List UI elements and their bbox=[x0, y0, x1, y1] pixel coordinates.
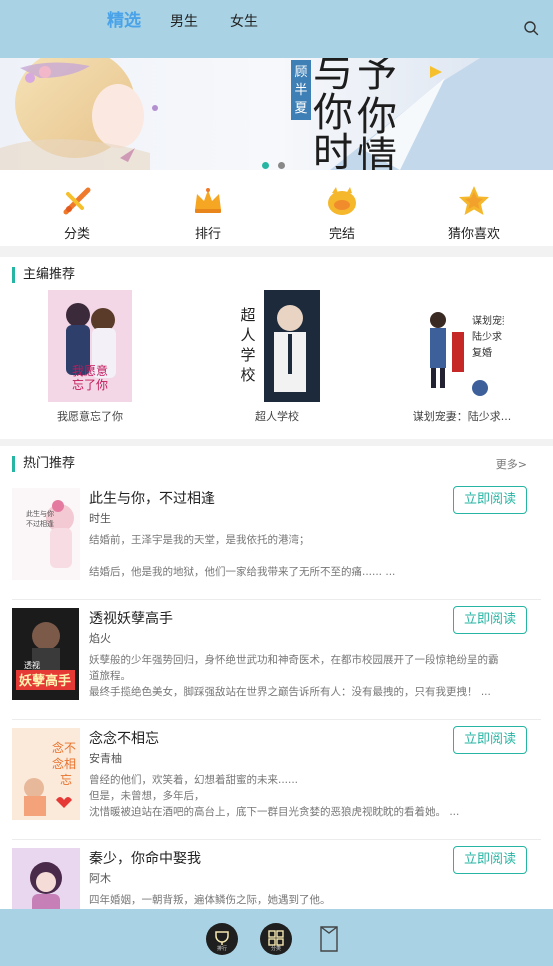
nav-bookshelf[interactable] bbox=[318, 925, 340, 953]
desc-line bbox=[89, 548, 529, 564]
more-link[interactable]: 更多> bbox=[496, 456, 527, 472]
category-label: 猜你喜欢 bbox=[447, 227, 500, 242]
desc-line: 最终手揽绝色美女，脚踩强敌站在世界之巅告诉所有人：没有最拽的，只有我更拽！ ..… bbox=[89, 686, 491, 698]
read-now-button[interactable]: 立即阅读 bbox=[453, 486, 527, 514]
tab-female[interactable]: 女生 bbox=[230, 11, 258, 31]
desc-line: 结婚后，他是我的地狱，他们一家给我带来了无所不至的痛...... ... bbox=[89, 566, 396, 578]
read-now-button[interactable]: 立即阅读 bbox=[453, 726, 527, 754]
banner-title-char-2: 予 bbox=[357, 58, 397, 96]
category-bar: 分类 排行 完结 猜你喜欢 bbox=[0, 170, 553, 246]
desc-line: 曾经的他们，欢笑着，幻想着甜蜜的未来...... bbox=[89, 774, 299, 786]
section-title: 热门推荐 bbox=[12, 456, 75, 472]
banner-author-1: 顾 bbox=[294, 65, 307, 80]
cover-title-2: 忘了你 bbox=[72, 377, 108, 392]
desc-line: 妖孽般的少年强势回归，身怀绝世武功和神奇医术，在都市校园展开了一段惊艳纷呈的霸 bbox=[89, 654, 499, 666]
list-item[interactable]: 妖孽高手 透视 透视妖孽高手 焰火 妖孽般的少年强势回归，身怀绝世武功和神奇医术… bbox=[0, 598, 553, 718]
book-name: 我愿意忘了你 bbox=[57, 410, 123, 423]
cover-char: 人 bbox=[240, 326, 255, 344]
book-cover[interactable]: 妖孽高手 透视 bbox=[12, 608, 79, 700]
book-cover[interactable]: 超 人 学 校 bbox=[234, 290, 320, 402]
sword-icon bbox=[63, 187, 91, 215]
nav-label: 排行 bbox=[216, 946, 227, 952]
book-name: 超人学校 bbox=[255, 410, 299, 423]
book-cover[interactable]: 谋划宠妻 陆少求 复婚 bbox=[420, 290, 504, 402]
top-bar: 精选 男生 女生 bbox=[0, 0, 553, 58]
book-description: 结婚前，王泽宇是我的天堂，是我依托的港湾； 结婚后，他是我的地狱，他们一家给我带… bbox=[89, 532, 529, 580]
pager-dot-active[interactable] bbox=[262, 162, 269, 169]
cover-char: 复婚 bbox=[472, 346, 492, 359]
crown-icon bbox=[195, 188, 221, 213]
read-now-button[interactable]: 立即阅读 bbox=[453, 846, 527, 874]
book-description: 曾经的他们，欢笑着，幻想着甜蜜的未来...... 但是，未曾想，多年后， 沈惜暖… bbox=[89, 772, 529, 820]
category-ranking[interactable]: 排行 bbox=[168, 184, 248, 242]
cover-char: 妖孽高手 bbox=[19, 673, 71, 689]
cover-char: 透视 bbox=[24, 660, 40, 670]
list-item[interactable]: 秦少，你命中娶我 阿木 四年婚姻，一朝背叛，遍体鳞伤之际，她遇到了他。 立即阅读 bbox=[0, 838, 553, 909]
finished-badge-icon bbox=[328, 187, 356, 215]
book-cover[interactable] bbox=[12, 848, 80, 909]
banner-author-2: 半 bbox=[294, 83, 307, 98]
cover-char: 超 bbox=[240, 306, 255, 324]
book-title[interactable]: 念念不相忘 bbox=[89, 728, 159, 748]
category-label: 排行 bbox=[194, 227, 221, 242]
desc-line: 结婚前，王泽宇是我的天堂，是我依托的港湾； bbox=[89, 534, 310, 546]
editor-book[interactable]: 我愿意 忘了你 我愿意忘了你 bbox=[30, 290, 150, 424]
tab-male[interactable]: 男生 bbox=[170, 11, 198, 31]
cover-char: 校 bbox=[240, 366, 255, 384]
search-icon[interactable] bbox=[523, 20, 539, 36]
book-cover[interactable]: 我愿意 忘了你 bbox=[48, 290, 132, 402]
cover-char: 不过相逢 bbox=[26, 519, 54, 528]
category-guess-you-like[interactable]: 猜你喜欢 bbox=[434, 184, 514, 242]
book-author: 阿木 bbox=[89, 872, 111, 885]
book-author: 时生 bbox=[89, 512, 111, 525]
tab-featured[interactable]: 精选 bbox=[107, 6, 141, 31]
cover-title-1: 我愿意 bbox=[72, 363, 108, 378]
book-name: 谋划宠妻：陆少求... bbox=[412, 410, 512, 423]
cover-char: 学 bbox=[240, 346, 255, 364]
desc-line: 四年婚姻，一朝背叛，遍体鳞伤之际，她遇到了他。 bbox=[89, 894, 331, 906]
star-icon bbox=[459, 186, 489, 215]
list-item[interactable]: 念不 念相 忘 念念不相忘 安青柚 曾经的他们，欢笑着，幻想着甜蜜的未来....… bbox=[0, 718, 553, 838]
book-cover[interactable]: 念不 念相 忘 bbox=[12, 728, 80, 820]
cover-char: 陆少求 bbox=[472, 330, 502, 343]
read-now-button[interactable]: 立即阅读 bbox=[453, 606, 527, 634]
cover-char: 此生与你 bbox=[26, 509, 54, 518]
book-description: 妖孽般的少年强势回归，身怀绝世武功和神奇医术，在都市校园展开了一段惊艳纷呈的霸 … bbox=[89, 652, 529, 700]
editor-book[interactable]: 谋划宠妻 陆少求 复婚 谋划宠妻：陆少求... bbox=[402, 290, 522, 424]
book-author: 安青柚 bbox=[89, 752, 122, 765]
cover-char: 念相 bbox=[52, 756, 76, 771]
hot-recommend-section: 热门推荐 更多> 此生与你 不过相逢 此生与你，不过相逢 时生 结婚前，王泽宇是… bbox=[0, 446, 553, 909]
category-finished[interactable]: 完结 bbox=[302, 184, 382, 242]
cover-char: 谋划宠妻 bbox=[472, 314, 504, 327]
list-item[interactable]: 此生与你 不过相逢 此生与你，不过相逢 时生 结婚前，王泽宇是我的天堂，是我依托… bbox=[0, 478, 553, 598]
book-title[interactable]: 透视妖孽高手 bbox=[89, 608, 173, 628]
desc-line: 但是，未曾想，多年后， bbox=[89, 790, 205, 802]
cover-char: 念不 bbox=[52, 740, 76, 755]
bottom-nav: 排行 分类 bbox=[0, 909, 553, 966]
banner-title-char-5: 时 bbox=[313, 130, 353, 170]
desc-line: 沈惜暖被迫站在酒吧的高台上，底下一群目光贪婪的恶狼虎视眈眈的看着她。 ... bbox=[89, 806, 460, 818]
banner-author-3: 夏 bbox=[294, 101, 307, 116]
nav-ranking[interactable]: 排行 bbox=[206, 923, 238, 955]
bookshelf-icon bbox=[320, 926, 338, 952]
book-title[interactable]: 秦少，你命中娶我 bbox=[89, 848, 201, 868]
category-classify[interactable]: 分类 bbox=[37, 184, 117, 242]
banner-title-char-6: 情 bbox=[357, 134, 397, 170]
editor-book[interactable]: 超 人 学 校 超人学校 bbox=[217, 290, 337, 424]
nav-label: 分类 bbox=[270, 946, 281, 952]
book-author: 焰火 bbox=[89, 632, 111, 645]
book-cover[interactable]: 此生与你 不过相逢 bbox=[12, 488, 80, 580]
section-title: 主编推荐 bbox=[12, 267, 75, 283]
category-label: 完结 bbox=[328, 227, 355, 242]
nav-category[interactable]: 分类 bbox=[260, 923, 292, 955]
editor-recommend-section: 主编推荐 我愿意 忘了你 我愿意忘了你 超 人 学 校 超人学校 谋划宠 陆少求… bbox=[0, 257, 553, 439]
desc-line: 道旅程。 bbox=[89, 670, 131, 682]
cover-char: 忘 bbox=[60, 772, 72, 787]
category-label: 分类 bbox=[63, 227, 90, 242]
book-title[interactable]: 此生与你，不过相逢 bbox=[89, 488, 215, 508]
book-description: 四年婚姻，一朝背叛，遍体鳞伤之际，她遇到了他。 bbox=[89, 892, 529, 908]
pager-dot[interactable] bbox=[278, 162, 285, 169]
